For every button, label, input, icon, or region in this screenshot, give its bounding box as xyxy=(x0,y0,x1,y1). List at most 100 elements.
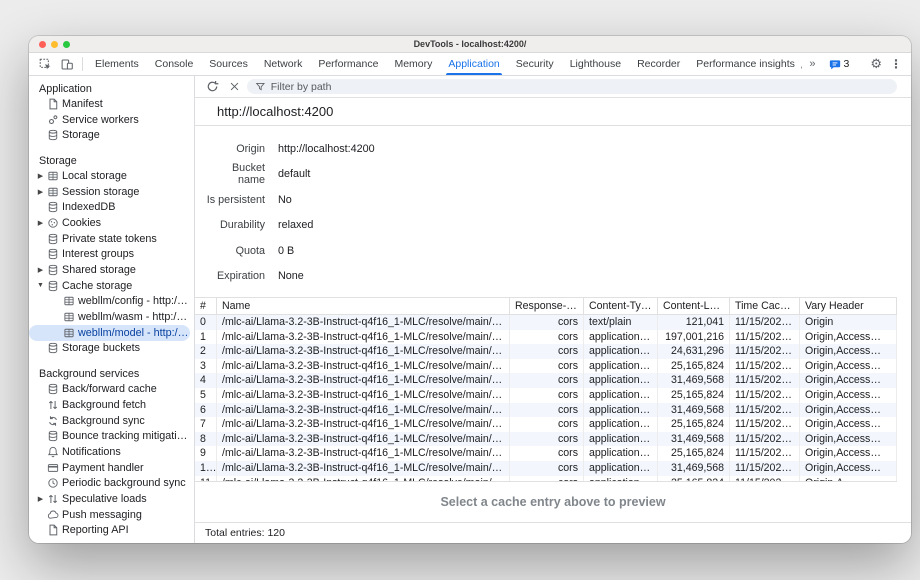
refresh-icon[interactable] xyxy=(203,80,222,93)
sidebar-item-webllm-wasm-http-loca[interactable]: webllm/wasm - http://loca… xyxy=(29,309,190,325)
chevron-right-icon[interactable]: ▶ xyxy=(34,188,47,196)
tab-sources[interactable]: Sources xyxy=(201,53,256,75)
sidebar-item-background-sync[interactable]: Background sync xyxy=(29,413,190,429)
detail-row-origin: Originhttp://localhost:4200 xyxy=(203,136,911,162)
chevron-right-icon[interactable]: ▶ xyxy=(34,266,47,274)
cell-num: 0 xyxy=(195,315,217,330)
sidebar-item-manifest[interactable]: Manifest xyxy=(29,96,190,112)
more-tabs-icon[interactable]: » xyxy=(802,58,822,70)
filter-input[interactable] xyxy=(271,81,889,93)
tab-application[interactable]: Application xyxy=(440,53,507,75)
chevron-right-icon[interactable]: ▶ xyxy=(34,219,47,227)
table-row[interactable]: 7/mlc-ai/Llama-3.2-3B-Instruct-q4f16_1-M… xyxy=(195,417,897,432)
cache-toolbar xyxy=(195,76,911,98)
tab-memory[interactable]: Memory xyxy=(386,53,440,75)
table-row[interactable]: 0/mlc-ai/Llama-3.2-3B-Instruct-q4f16_1-M… xyxy=(195,315,897,330)
file-icon xyxy=(47,524,62,536)
cell-content-length: 197,001,216 xyxy=(658,330,730,345)
sidebar-item-cache-storage[interactable]: ▼Cache storage xyxy=(29,278,190,294)
clear-icon[interactable] xyxy=(226,81,243,92)
detail-row-is-persistent: Is persistentNo xyxy=(203,187,911,213)
kebab-menu-icon[interactable]: ⋮ xyxy=(888,57,907,71)
sidebar-item-label: Bounce tracking mitigations xyxy=(62,430,190,442)
tab-performance-insights[interactable]: Performance insights xyxy=(688,53,802,75)
chevron-right-icon[interactable]: ▶ xyxy=(34,495,47,503)
sidebar-item-label: Payment handler xyxy=(62,462,144,474)
sidebar-item-notifications[interactable]: Notifications xyxy=(29,444,190,460)
device-toolbar-icon[interactable] xyxy=(56,53,78,75)
issues-counter[interactable]: 3 xyxy=(823,58,856,70)
column-header-name[interactable]: Name xyxy=(217,298,510,315)
database-icon xyxy=(47,201,62,213)
table-row[interactable]: 6/mlc-ai/Llama-3.2-3B-Instruct-q4f16_1-M… xyxy=(195,403,897,418)
chevron-down-icon[interactable]: ▼ xyxy=(34,282,47,289)
detail-label: Origin xyxy=(203,143,265,155)
sidebar-item-background-fetch[interactable]: Background fetch xyxy=(29,397,190,413)
table-row[interactable]: 9/mlc-ai/Llama-3.2-3B-Instruct-q4f16_1-M… xyxy=(195,446,897,461)
sidebar-item-shared-storage[interactable]: ▶Shared storage xyxy=(29,262,190,278)
sidebar-item-push-messaging[interactable]: Push messaging xyxy=(29,507,190,523)
column-header-time-cached[interactable]: Time Cached xyxy=(730,298,800,315)
sidebar-item-storage[interactable]: Storage xyxy=(29,127,190,143)
tab-label: Elements xyxy=(95,58,139,70)
table-row[interactable]: 2/mlc-ai/Llama-3.2-3B-Instruct-q4f16_1-M… xyxy=(195,344,897,359)
tab-security[interactable]: Security xyxy=(508,53,562,75)
cell-content-length: 24,631,296 xyxy=(658,344,730,359)
column-header--[interactable]: # xyxy=(195,298,217,315)
tab-lighthouse[interactable]: Lighthouse xyxy=(562,53,629,75)
sidebar-item-back-forward-cache[interactable]: Back/forward cache xyxy=(29,381,190,397)
column-header-content-type[interactable]: Content-Type xyxy=(584,298,658,315)
filter-bar[interactable] xyxy=(247,79,897,94)
column-header-content-length[interactable]: Content-Length xyxy=(658,298,730,315)
cell-vary: Origin,Access… xyxy=(800,330,897,345)
database-icon xyxy=(47,342,62,354)
filter-funnel-icon xyxy=(255,81,266,92)
sidebar-item-bounce-tracking-mitigations[interactable]: Bounce tracking mitigations xyxy=(29,428,190,444)
sidebar-item-webllm-model-http-loc[interactable]: webllm/model - http://loc… xyxy=(29,325,190,341)
close-window-button[interactable] xyxy=(39,41,46,48)
chevron-right-icon[interactable]: ▶ xyxy=(34,172,47,180)
card-icon xyxy=(47,462,62,474)
table-row[interactable]: 5/mlc-ai/Llama-3.2-3B-Instruct-q4f16_1-M… xyxy=(195,388,897,403)
tab-elements[interactable]: Elements xyxy=(87,53,147,75)
sidebar-item-private-state-tokens[interactable]: Private state tokens xyxy=(29,231,190,247)
table-row[interactable]: 3/mlc-ai/Llama-3.2-3B-Instruct-q4f16_1-M… xyxy=(195,359,897,374)
sidebar-item-label: Back/forward cache xyxy=(62,383,157,395)
table-row[interactable]: 8/mlc-ai/Llama-3.2-3B-Instruct-q4f16_1-M… xyxy=(195,432,897,447)
table-row[interactable]: 1/mlc-ai/Llama-3.2-3B-Instruct-q4f16_1-M… xyxy=(195,330,897,345)
sidebar-item-indexeddb[interactable]: IndexedDB xyxy=(29,199,190,215)
sidebar-item-storage-buckets[interactable]: Storage buckets xyxy=(29,341,190,357)
table-row[interactable]: 11/mlc-ai/Llama-3.2-3B-Instruct-q4f16_1-… xyxy=(195,476,897,481)
detail-label: Bucket name xyxy=(203,162,265,186)
sidebar-item-cookies[interactable]: ▶Cookies xyxy=(29,215,190,231)
sidebar-item-webllm-config-http-loc[interactable]: webllm/config - http://loc… xyxy=(29,294,190,310)
minimize-window-button[interactable] xyxy=(51,41,58,48)
sidebar-item-speculative-loads[interactable]: ▶Speculative loads xyxy=(29,491,190,507)
tab-recorder[interactable]: Recorder xyxy=(629,53,688,75)
table-row[interactable]: 4/mlc-ai/Llama-3.2-3B-Instruct-q4f16_1-M… xyxy=(195,373,897,388)
settings-gear-icon[interactable]: ⚙ xyxy=(864,56,888,72)
sidebar-item-label: webllm/model - http://loc… xyxy=(78,327,190,339)
column-header-response-type[interactable]: Response-Type xyxy=(510,298,584,315)
file-icon xyxy=(47,98,62,110)
tab-network[interactable]: Network xyxy=(256,53,311,75)
sidebar-item-payment-handler[interactable]: Payment handler xyxy=(29,460,190,476)
cell-content-length: 25,165,824 xyxy=(658,417,730,432)
sidebar-item-session-storage[interactable]: ▶Session storage xyxy=(29,184,190,200)
cache-entries-table: #NameResponse-TypeContent-TypeContent-Le… xyxy=(195,297,897,482)
sidebar-item-service-workers[interactable]: Service workers xyxy=(29,112,190,128)
tab-console[interactable]: Console xyxy=(147,53,202,75)
table-row[interactable]: 10/mlc-ai/Llama-3.2-3B-Instruct-q4f16_1-… xyxy=(195,461,897,476)
tab-performance[interactable]: Performance xyxy=(310,53,386,75)
sidebar-item-reporting-api[interactable]: Reporting API xyxy=(29,523,190,539)
inspect-element-icon[interactable] xyxy=(35,53,56,75)
cell-vary: Origin,Access… xyxy=(800,373,897,388)
updown-icon xyxy=(47,493,62,505)
sidebar-item-interest-groups[interactable]: Interest groups xyxy=(29,247,190,263)
column-header-vary-header[interactable]: Vary Header xyxy=(800,298,897,315)
sidebar-item-local-storage[interactable]: ▶Local storage xyxy=(29,168,190,184)
window-titlebar[interactable]: DevTools - localhost:4200/ xyxy=(29,36,911,53)
zoom-window-button[interactable] xyxy=(63,41,70,48)
cell-content-type: application/oc… xyxy=(584,432,658,447)
sidebar-item-periodic-background-sync[interactable]: Periodic background sync xyxy=(29,475,190,491)
